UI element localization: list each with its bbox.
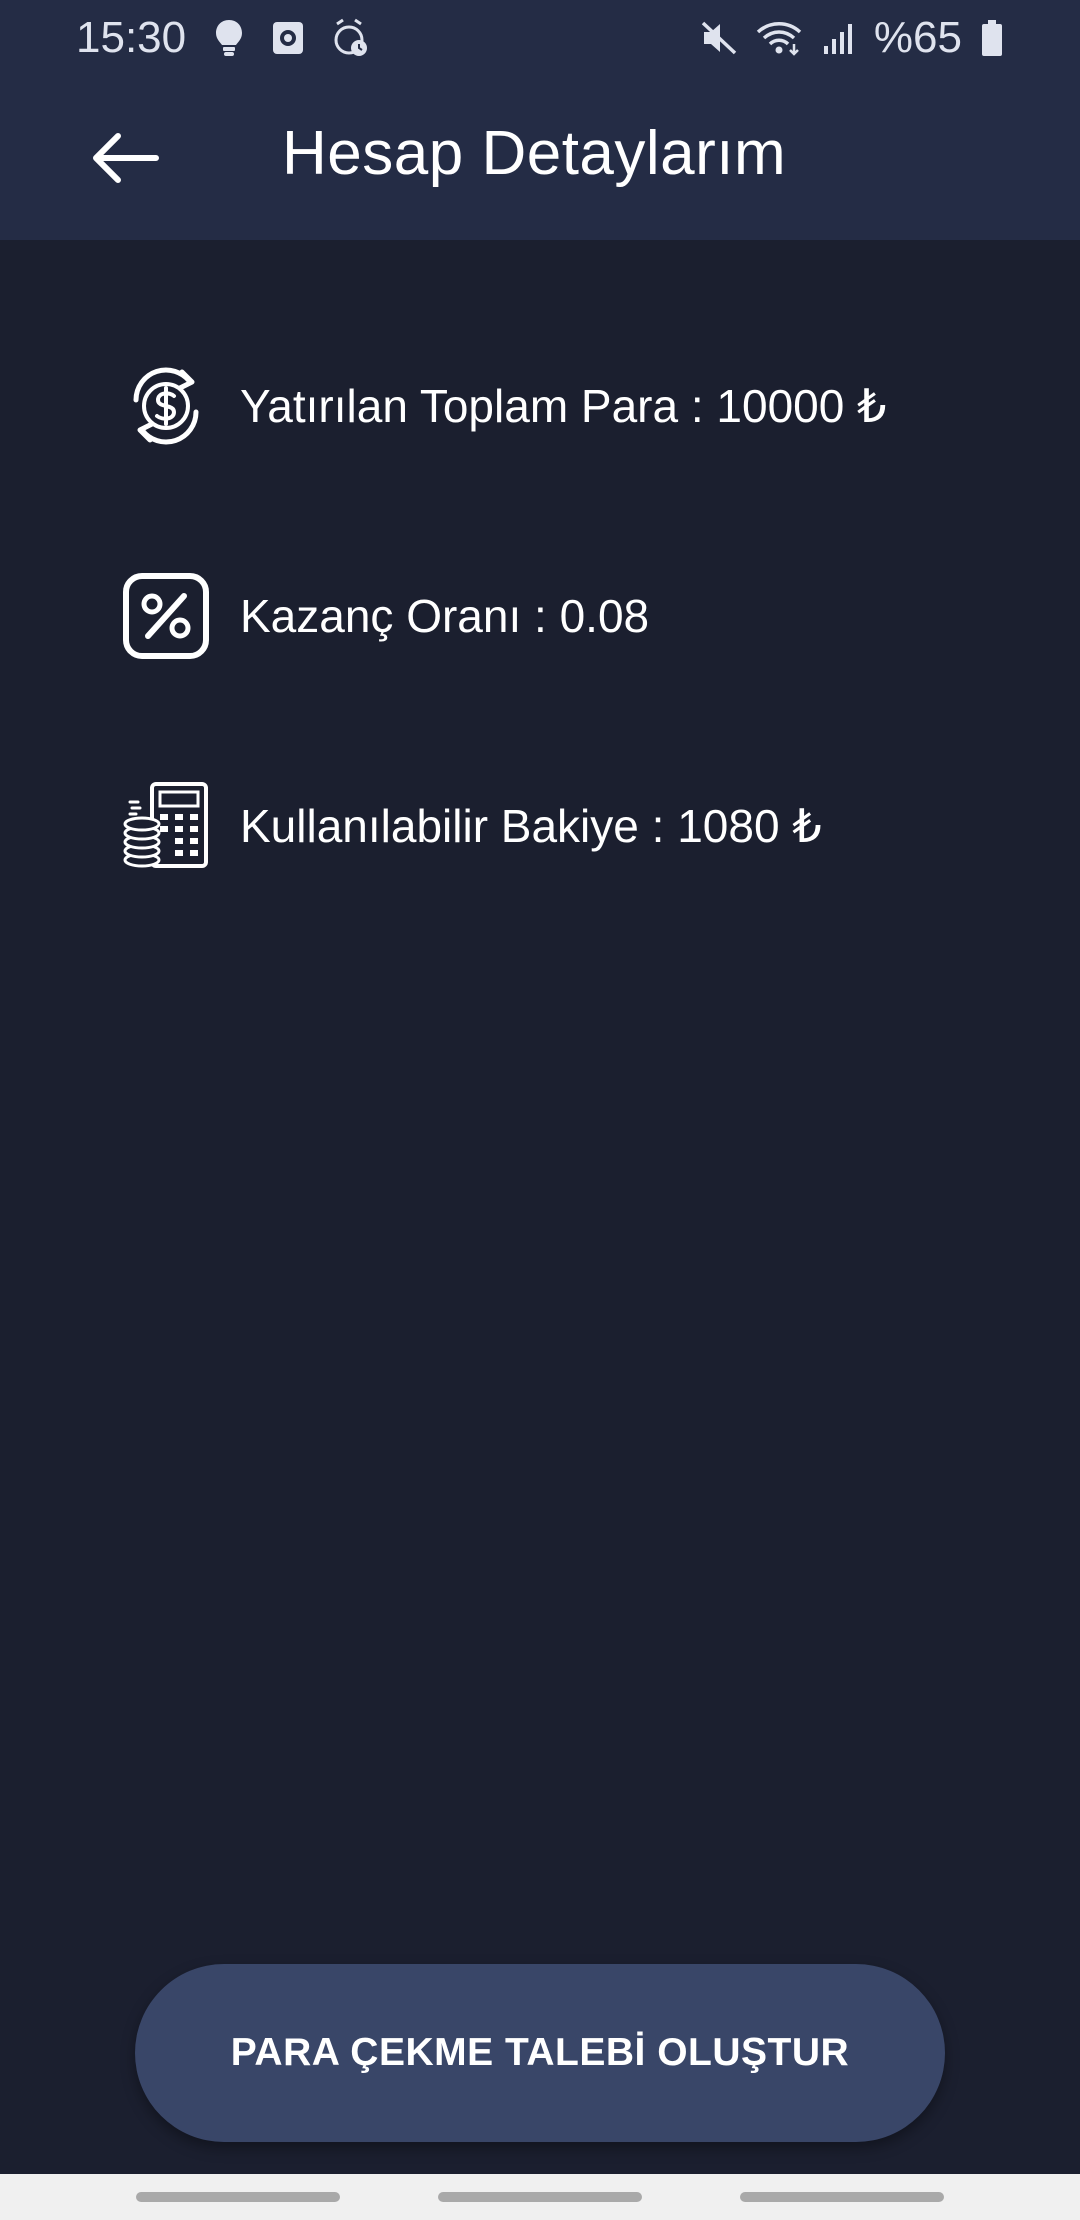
status-left: 15:30 (76, 13, 370, 63)
battery-icon (980, 19, 1004, 57)
back-button[interactable] (80, 120, 170, 196)
app-bar: Hesap Detaylarım (0, 76, 1080, 240)
dollar-cycle-icon (120, 360, 212, 452)
create-withdrawal-request-button[interactable]: PARA ÇEKME TALEBİ OLUŞTUR (135, 1964, 945, 2142)
nav-back-handle[interactable] (740, 2192, 944, 2202)
detail-text: Kullanılabilir Bakiye : 1080 ₺ (240, 800, 822, 852)
alarm-clock-icon (332, 18, 370, 58)
status-time: 15:30 (76, 13, 187, 62)
detail-row-available-balance: Kullanılabilir Bakiye : 1080 ₺ (120, 776, 822, 876)
status-bar: 15:30 %65 (0, 0, 1080, 76)
wifi-icon (756, 20, 804, 56)
detail-row-total-deposit: Yatırılan Toplam Para : 10000 ₺ (120, 356, 886, 456)
nav-home-handle[interactable] (438, 2192, 642, 2202)
signal-icon (822, 20, 856, 56)
page-title: Hesap Detaylarım (282, 119, 787, 188)
nav-recents-handle[interactable] (136, 2192, 340, 2202)
battery-percent: %65 (873, 13, 962, 62)
screen-record-icon (272, 21, 304, 55)
status-right: %65 (700, 13, 1004, 63)
percent-icon (120, 570, 212, 662)
detail-row-earning-rate: Kazanç Oranı : 0.08 (120, 566, 649, 666)
calculator-coins-icon (120, 780, 212, 872)
bulb-icon (214, 18, 244, 58)
detail-text: Yatırılan Toplam Para : 10000 ₺ (240, 380, 887, 432)
arrow-left-icon (93, 133, 159, 183)
mute-icon (700, 20, 738, 56)
system-nav-bar (0, 2174, 1080, 2220)
detail-text: Kazanç Oranı : 0.08 (240, 590, 650, 642)
